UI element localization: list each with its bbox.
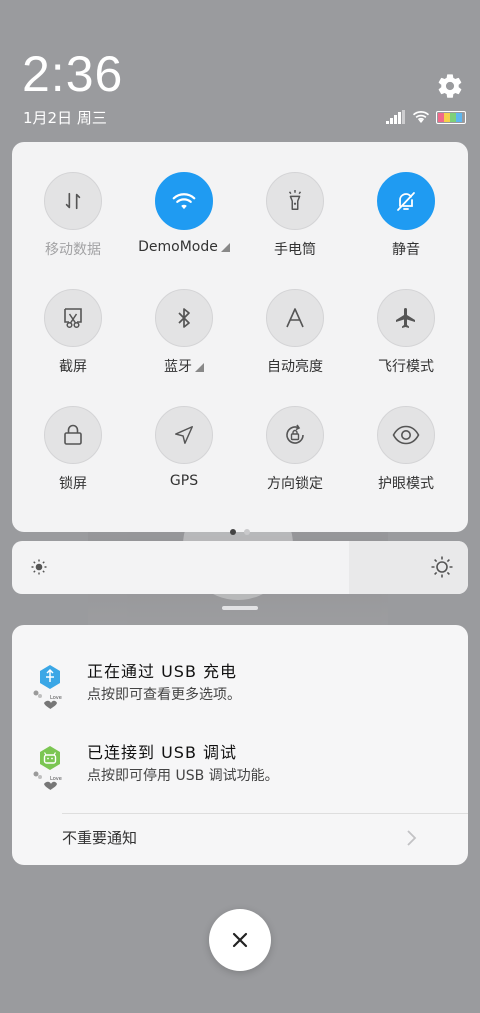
quick-settings-panel: 移动数据 DemoMode 手电筒 静音 截屏 蓝牙 自动亮度 飞行模式 锁屏 … xyxy=(12,142,468,535)
battery-icon xyxy=(436,110,466,124)
flashlight-icon xyxy=(266,172,324,230)
clock: 2:36 xyxy=(22,46,124,102)
wifi-icon xyxy=(155,172,213,230)
tile-label: GPS xyxy=(169,473,199,489)
unimportant-notifications-link[interactable]: 不重要通知 xyxy=(62,827,137,848)
eye-icon xyxy=(377,406,435,464)
tile-label: 方向锁定 xyxy=(267,476,323,492)
tile-label: 截屏 xyxy=(59,359,87,375)
tile-mute[interactable]: 静音 xyxy=(351,172,461,259)
rotation-lock-icon xyxy=(266,406,324,464)
lock-icon xyxy=(44,406,102,464)
brightness-slider[interactable] xyxy=(12,541,468,594)
auto-brightness-icon xyxy=(266,289,324,347)
page-dot-active xyxy=(230,529,236,535)
bell-off-icon xyxy=(377,172,435,230)
status-header: 2:36 1月2日 周三 xyxy=(0,0,480,135)
tile-wifi[interactable]: DemoMode xyxy=(129,172,239,255)
bluetooth-icon xyxy=(155,289,213,347)
page-indicator xyxy=(12,520,468,539)
status-icons xyxy=(386,108,466,126)
love-badge-text: Love xyxy=(50,695,62,701)
tile-label: 自动亮度 xyxy=(267,359,323,375)
screenshot-icon xyxy=(44,289,102,347)
tile-lock-screen[interactable]: 锁屏 xyxy=(18,406,128,493)
tile-eye-care[interactable]: 护眼模式 xyxy=(351,406,461,493)
tile-screenshot[interactable]: 截屏 xyxy=(18,289,128,376)
brightness-high-icon xyxy=(431,556,453,582)
notification-body: 点按即可停用 USB 调试功能。 xyxy=(87,768,279,784)
notification-panel: Love 正在通过 USB 充电 点按即可查看更多选项。 Love 已连接到 U… xyxy=(12,625,468,865)
tile-label: DemoMode xyxy=(138,239,218,255)
tile-label: 静音 xyxy=(392,242,420,258)
tile-label: 锁屏 xyxy=(59,476,87,492)
tile-bluetooth[interactable]: 蓝牙 xyxy=(129,289,239,376)
notification-title: 已连接到 USB 调试 xyxy=(87,743,238,762)
data-arrows-icon xyxy=(44,172,102,230)
tile-label: 蓝牙 xyxy=(164,359,192,375)
expand-triangle-icon xyxy=(195,363,204,372)
date: 1月2日 周三 xyxy=(23,109,107,127)
clear-all-button[interactable] xyxy=(209,909,271,971)
airplane-icon xyxy=(377,289,435,347)
tile-mobile-data[interactable]: 移动数据 xyxy=(18,172,128,259)
notification-body: 点按即可查看更多选项。 xyxy=(87,687,241,703)
brightness-low-icon xyxy=(31,559,47,579)
tile-label: 手电筒 xyxy=(274,242,316,258)
love-badge-text: Love xyxy=(50,776,62,782)
divider xyxy=(62,813,468,814)
tile-label: 护眼模式 xyxy=(378,476,434,492)
android-debug-app-icon: Love xyxy=(30,744,70,792)
drag-handle[interactable] xyxy=(222,606,258,610)
signal-icon xyxy=(386,110,405,124)
gear-icon[interactable] xyxy=(436,72,464,100)
tile-flashlight[interactable]: 手电筒 xyxy=(240,172,350,259)
expand-triangle-icon xyxy=(220,243,230,252)
notification-usb-charging[interactable]: Love 正在通过 USB 充电 点按即可查看更多选项。 xyxy=(12,655,468,715)
tile-airplane[interactable]: 飞行模式 xyxy=(351,289,461,376)
page-dot xyxy=(244,529,250,535)
tile-rotation-lock[interactable]: 方向锁定 xyxy=(240,406,350,493)
tile-gps[interactable]: GPS xyxy=(129,406,239,489)
tile-auto-brightness[interactable]: 自动亮度 xyxy=(240,289,350,376)
chevron-right-icon[interactable] xyxy=(404,829,418,851)
notification-title: 正在通过 USB 充电 xyxy=(87,662,238,681)
tile-label: 飞行模式 xyxy=(378,359,434,375)
tile-label: 移动数据 xyxy=(45,242,101,258)
notification-usb-debugging[interactable]: Love 已连接到 USB 调试 点按即可停用 USB 调试功能。 xyxy=(12,736,468,796)
location-arrow-icon xyxy=(155,406,213,464)
wifi-icon xyxy=(412,111,430,123)
close-icon xyxy=(232,932,248,948)
usb-charge-app-icon: Love xyxy=(30,663,70,711)
